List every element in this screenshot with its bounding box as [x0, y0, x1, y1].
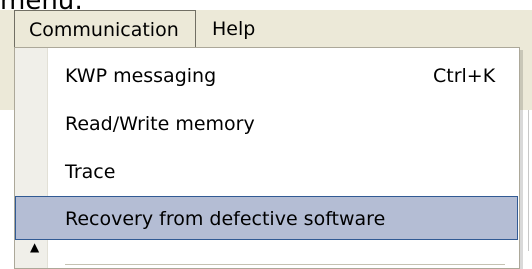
menu-separator [65, 264, 505, 265]
menu-item-label: Trace [65, 161, 116, 183]
menu-item-read-write-memory[interactable]: Read/Write memory [15, 102, 517, 146]
menu-help[interactable]: Help [198, 10, 269, 48]
divider [528, 110, 529, 251]
menu-item-recovery-from-defective-software[interactable]: Recovery from defective software [15, 196, 518, 240]
menu-item-label: Recovery from defective software [65, 208, 386, 230]
window-left-area [0, 110, 14, 251]
menu-bar: Communication Help [0, 10, 532, 49]
menu-item-shortcut: Ctrl+K [433, 65, 496, 87]
menu-item-label: KWP messaging [65, 65, 217, 87]
window-right-area [518, 110, 532, 251]
communication-dropdown-menu: KWP messaging Ctrl+K Read/Write memory T… [14, 47, 520, 269]
menu-item-trace[interactable]: Trace [15, 150, 517, 194]
menu-item-label: Read/Write memory [65, 113, 255, 135]
arrow-icon: ▲ [30, 240, 40, 254]
menu-item-kwp-messaging[interactable]: KWP messaging Ctrl+K [15, 54, 517, 98]
menu-communication[interactable]: Communication [14, 10, 196, 48]
